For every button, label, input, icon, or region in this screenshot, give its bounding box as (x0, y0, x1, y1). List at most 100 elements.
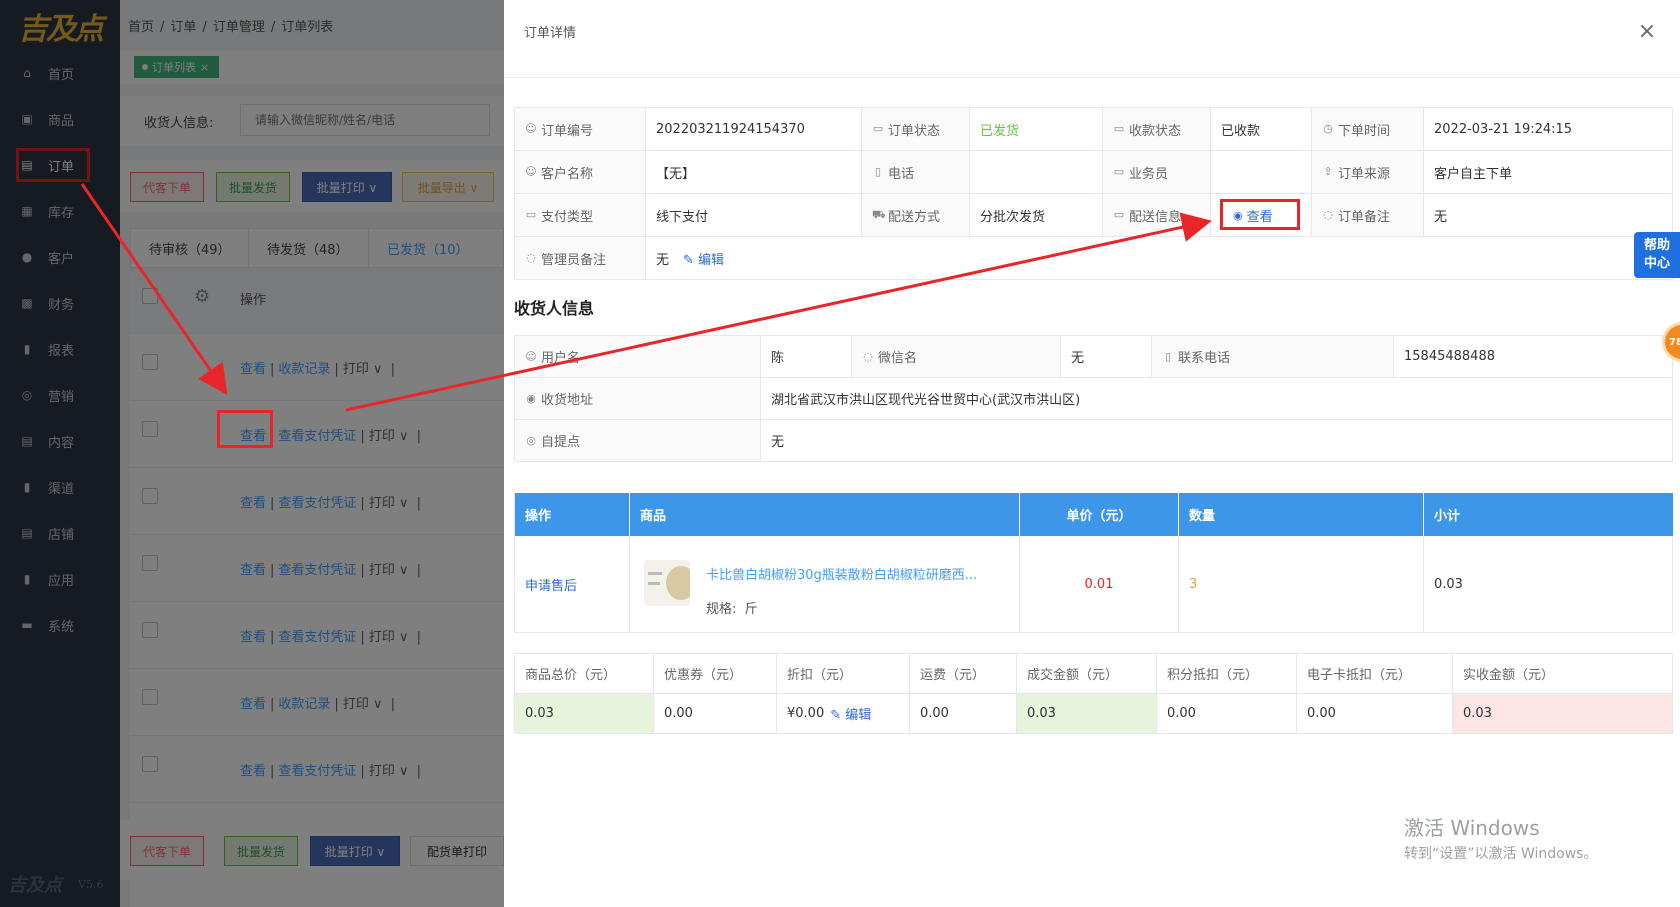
comment-icon: ◌ (1323, 208, 1333, 221)
wechat-label: 微信名 (878, 351, 918, 366)
doc-icon: ▭ (872, 122, 884, 135)
paid-amount-header: 实收金额（元） (1453, 654, 1673, 694)
share-icon: ⇪ (1323, 165, 1333, 178)
user-icon: ☺ (525, 122, 537, 135)
ship-method-label: 配送方式 (888, 209, 941, 225)
product-thumbnail[interactable] (644, 560, 690, 606)
pay-status-key: ▭ 收款状态 (1103, 108, 1211, 151)
product-spec: 规格: 斤 (706, 598, 758, 617)
shipping-header: 运费（元） (910, 654, 1017, 694)
spec-value: 斤 (744, 602, 758, 617)
eye-icon: ◉ (1233, 208, 1243, 222)
order-time-key: ◷ 下单时间 (1312, 108, 1424, 151)
sales-label: 业务员 (1129, 166, 1169, 182)
pay-type-key: ▭ 支付类型 (515, 194, 646, 237)
customer-key: ☺ 客户名称 (515, 151, 646, 194)
remark-key: ◌ 订单备注 (1312, 194, 1424, 237)
source-key: ⇪ 订单来源 (1312, 151, 1424, 194)
box-icon: ▭ (1113, 208, 1125, 221)
points-header: 积分抵扣（元） (1157, 654, 1297, 694)
edit-discount-link[interactable]: ✎ 编辑 (830, 704, 871, 723)
pencil-icon: ✎ (830, 708, 846, 723)
product-name-link[interactable]: 卡比兽白胡椒粉30g瓶装散粉白胡椒粒研磨西... (706, 564, 977, 583)
pickup-label: 自提点 (541, 435, 581, 450)
modal-title: 订单详情 (524, 26, 577, 41)
label-line (648, 582, 660, 585)
receiver-section-title: 收货人信息 (514, 299, 595, 318)
source-label: 订单来源 (1338, 166, 1391, 182)
watermark-line1: 激活 Windows (1404, 816, 1540, 840)
username-label: 用户名 (541, 351, 581, 366)
coupon-header: 优惠券（元） (654, 654, 777, 694)
address-key: ◉ 收货地址 (515, 378, 761, 420)
goods-col-subtotal: 小计 (1424, 493, 1673, 536)
phone-icon: ▯ (1164, 349, 1172, 363)
wechat-value: 无 (1061, 336, 1152, 378)
totals-table: 商品总价（元） 优惠券（元） 折扣（元） 运费（元） 成交金额（元） 积分抵扣（… (514, 653, 1673, 734)
windows-activation-watermark: 激活 Windows 转到“设置”以激活 Windows。 (1404, 812, 1597, 863)
ship-info-key: ▭ 配送信息 (1103, 194, 1211, 237)
quantity-value: 3 (1179, 536, 1424, 633)
phone-icon: ▯ (874, 165, 882, 178)
goods-table: 操作 商品 单价（元） 数量 小计 申请售后 卡比兽白胡椒粉30g瓶装散粉白胡椒… (514, 493, 1673, 633)
sales-value (1211, 151, 1312, 194)
product-cell: 卡比兽白胡椒粉30g瓶装散粉白胡椒粒研磨西... 规格: 斤 (630, 536, 1020, 633)
edit-label: 编辑 (845, 708, 872, 723)
ship-method-value: 分批次发货 (970, 194, 1103, 237)
user-icon: ☺ (525, 349, 537, 363)
close-icon[interactable]: × (1634, 18, 1660, 44)
username-value: 陈 (761, 336, 852, 378)
help-line1: 帮助 (1643, 238, 1670, 253)
edit-admin-remark-link[interactable]: ✎ 编辑 (683, 249, 724, 268)
total-goods-header: 商品总价（元） (515, 654, 654, 694)
apply-after-sale-link[interactable]: 申请售后 (515, 536, 630, 633)
contact-key: ▯ 联系电话 (1152, 336, 1394, 378)
admin-remark-value: 无 ✎ 编辑 (646, 237, 1673, 280)
shipping-value: 0.00 (910, 694, 1017, 734)
address-label: 收货地址 (541, 393, 594, 408)
order-status-label: 订单状态 (888, 123, 941, 139)
remark-value: 无 (1424, 194, 1673, 237)
comment-icon: ◌ (526, 251, 536, 264)
discount-amount: ¥0.00 (787, 706, 825, 721)
modal-overlay[interactable] (0, 0, 504, 907)
goods-col-price: 单价（元） (1020, 493, 1179, 536)
deal-amount-value: 0.03 (1017, 694, 1157, 734)
goods-col-qty: 数量 (1179, 493, 1424, 536)
ecard-value: 0.00 (1297, 694, 1453, 734)
admin-remark-label: 管理员备注 (541, 252, 607, 268)
order-no-label: 订单编号 (541, 123, 594, 139)
source-value: 客户自主下单 (1424, 151, 1673, 194)
goods-col-ops: 操作 (515, 493, 630, 536)
help-center-button[interactable]: 帮助 中心 (1634, 232, 1680, 278)
goods-col-product: 商品 (630, 493, 1020, 536)
contact-value: 15845488488 (1394, 336, 1673, 378)
ship-info-view-link[interactable]: ◉ 查看 (1211, 194, 1312, 237)
points-value: 0.00 (1157, 694, 1297, 734)
ecard-header: 电子卡抵扣（元） (1297, 654, 1453, 694)
order-info-grid: ☺ 订单编号 202203211924154370 ▭ 订单状态 已发货 ▭ 收款状态… (514, 107, 1673, 280)
order-time-value: 2022-03-21 19:24:15 (1424, 108, 1673, 151)
pencil-icon: ✎ (683, 252, 699, 268)
pickup-key: ◎ 自提点 (515, 420, 761, 462)
clock-icon: ◷ (1323, 122, 1333, 135)
deal-amount-header: 成交金额（元） (1017, 654, 1157, 694)
username-key: ☺ 用户名 (515, 336, 761, 378)
admin-remark-key: ◌ 管理员备注 (515, 237, 646, 280)
pin-icon: ◎ (526, 433, 536, 447)
phone-key: ▯ 电话 (862, 151, 970, 194)
pickup-value: 无 (761, 420, 1673, 462)
phone-label: 电话 (888, 166, 915, 182)
coupon-value: 0.00 (654, 694, 777, 734)
sales-key: ▭ 业务员 (1103, 151, 1211, 194)
phone-value (970, 151, 1103, 194)
pay-type-value: 线下支付 (646, 194, 862, 237)
user-icon: ☺ (525, 165, 537, 178)
briefcase-icon: ▭ (1113, 165, 1125, 178)
pay-type-label: 支付类型 (541, 209, 594, 225)
ship-info-label: 配送信息 (1129, 209, 1182, 225)
customer-label: 客户名称 (541, 166, 594, 182)
jar-shape (666, 566, 690, 600)
discount-header: 折扣（元） (777, 654, 910, 694)
card-icon: ▭ (1113, 122, 1125, 135)
